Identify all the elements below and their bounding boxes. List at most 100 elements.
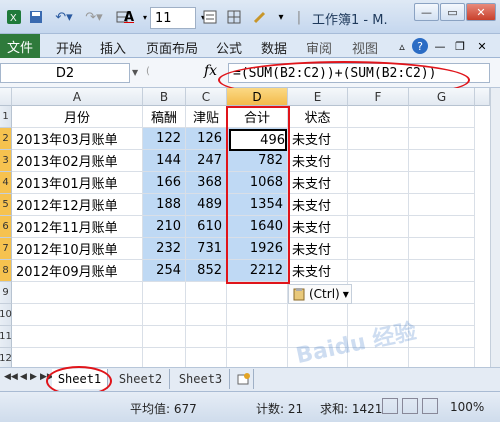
cell-d9[interactable]: [227, 282, 288, 304]
cell-a3[interactable]: 2013年02月账单: [12, 150, 143, 172]
cell-f3[interactable]: [348, 150, 409, 172]
cell-c3[interactable]: 247: [186, 150, 227, 172]
cell-g6[interactable]: [409, 216, 475, 238]
maximize-button[interactable]: ▭: [440, 3, 465, 21]
row-header[interactable]: 1: [0, 106, 12, 128]
tab-data[interactable]: 数据: [261, 38, 287, 57]
cell-g3[interactable]: [409, 150, 475, 172]
cell-c7[interactable]: 731: [186, 238, 227, 260]
window-close-icon[interactable]: ✕: [474, 38, 490, 54]
row-header[interactable]: 4: [0, 172, 12, 194]
cell-f7[interactable]: [348, 238, 409, 260]
column-header-c[interactable]: C: [186, 88, 227, 106]
cell-f4[interactable]: [348, 172, 409, 194]
cell-a9[interactable]: [12, 282, 143, 304]
cell-c2[interactable]: 126: [186, 128, 227, 150]
save-icon[interactable]: [26, 7, 46, 27]
column-header-e[interactable]: E: [288, 88, 348, 106]
cell-b9[interactable]: [143, 282, 186, 304]
cell-a2[interactable]: 2013年03月账单: [12, 128, 143, 150]
cell-a5[interactable]: 2012年12月账单: [12, 194, 143, 216]
cell-e7[interactable]: 未支付: [288, 238, 348, 260]
close-button[interactable]: ✕: [466, 3, 496, 21]
cell-e10[interactable]: [288, 304, 348, 326]
row-header[interactable]: 6: [0, 216, 12, 238]
cell-e2[interactable]: 未支付: [288, 128, 348, 150]
cell-c6[interactable]: 610: [186, 216, 227, 238]
row-header[interactable]: 10: [0, 304, 12, 326]
column-header-a[interactable]: A: [12, 88, 143, 106]
help-icon[interactable]: ?: [412, 38, 428, 54]
insert-sheet-icon[interactable]: [232, 369, 254, 389]
borders-icon[interactable]: [224, 7, 244, 27]
cell-g2[interactable]: [409, 128, 475, 150]
sheet-tab-sheet3[interactable]: Sheet3: [172, 369, 230, 389]
cell-g1[interactable]: [409, 106, 475, 128]
cell-a12[interactable]: [12, 348, 143, 367]
tab-file[interactable]: 文件: [0, 34, 40, 58]
cell-g11[interactable]: [409, 326, 475, 348]
cell-a11[interactable]: [12, 326, 143, 348]
cell-c5[interactable]: 489: [186, 194, 227, 216]
cell-d10[interactable]: [227, 304, 288, 326]
cell-f12[interactable]: [348, 348, 409, 367]
cell-b10[interactable]: [143, 304, 186, 326]
cell-f11[interactable]: [348, 326, 409, 348]
column-header-b[interactable]: B: [143, 88, 186, 106]
cell-b2[interactable]: 122: [143, 128, 186, 150]
customize-toolbar-icon[interactable]: ▾: [274, 7, 288, 27]
tab-page-layout[interactable]: 页面布局: [146, 38, 198, 57]
cell-g5[interactable]: [409, 194, 475, 216]
zoom-level[interactable]: 100%: [450, 400, 484, 414]
cell-e8[interactable]: 未支付: [288, 260, 348, 282]
chevron-down-icon[interactable]: ▾: [140, 7, 150, 27]
name-box[interactable]: D2: [0, 63, 130, 83]
prev-sheet-icon[interactable]: ◀: [20, 372, 27, 382]
font-color-button[interactable]: A: [118, 7, 140, 27]
minimize-button[interactable]: —: [414, 3, 439, 21]
cell-e4[interactable]: 未支付: [288, 172, 348, 194]
cell-b7[interactable]: 232: [143, 238, 186, 260]
cell-e3[interactable]: 未支付: [288, 150, 348, 172]
cell-b4[interactable]: 166: [143, 172, 186, 194]
row-header[interactable]: 8: [0, 260, 12, 282]
window-restore-icon[interactable]: ❐: [452, 38, 468, 54]
cell-e1[interactable]: 状态: [288, 106, 348, 128]
page-break-view-icon[interactable]: [422, 398, 438, 414]
row-header[interactable]: 7: [0, 238, 12, 260]
cell-e5[interactable]: 未支付: [288, 194, 348, 216]
row-header[interactable]: 3: [0, 150, 12, 172]
cell-b3[interactable]: 144: [143, 150, 186, 172]
cell-a10[interactable]: [12, 304, 143, 326]
column-header-f[interactable]: F: [348, 88, 409, 106]
cell-f5[interactable]: [348, 194, 409, 216]
cell-a7[interactable]: 2012年10月账单: [12, 238, 143, 260]
column-header-d[interactable]: D: [227, 88, 288, 106]
cell-e12[interactable]: [288, 348, 348, 367]
page-layout-view-icon[interactable]: [402, 398, 418, 414]
font-size-box[interactable]: 11: [150, 7, 196, 29]
cell-g7[interactable]: [409, 238, 475, 260]
cell-d12[interactable]: [227, 348, 288, 367]
cell-c1[interactable]: 津贴: [186, 106, 227, 128]
cell-b5[interactable]: 188: [143, 194, 186, 216]
cell-g9[interactable]: [409, 282, 475, 304]
cell-g4[interactable]: [409, 172, 475, 194]
cell-f8[interactable]: [348, 260, 409, 282]
cell-c4[interactable]: 368: [186, 172, 227, 194]
cell-f1[interactable]: [348, 106, 409, 128]
cell-a6[interactable]: 2012年11月账单: [12, 216, 143, 238]
cell-b8[interactable]: 254: [143, 260, 186, 282]
chevron-down-icon[interactable]: ▼: [132, 68, 138, 77]
redo-icon[interactable]: ↷▾: [80, 7, 108, 27]
cell-c9[interactable]: [186, 282, 227, 304]
normal-view-icon[interactable]: [382, 398, 398, 414]
column-header-g[interactable]: G: [409, 88, 475, 106]
select-all-corner[interactable]: [0, 88, 12, 106]
splitter-handle[interactable]: (: [146, 66, 150, 77]
undo-icon[interactable]: ↶▾: [50, 7, 78, 27]
cell-c12[interactable]: [186, 348, 227, 367]
tab-view[interactable]: 视图: [352, 38, 378, 57]
cell-a8[interactable]: 2012年09月账单: [12, 260, 143, 282]
cell-c10[interactable]: [186, 304, 227, 326]
